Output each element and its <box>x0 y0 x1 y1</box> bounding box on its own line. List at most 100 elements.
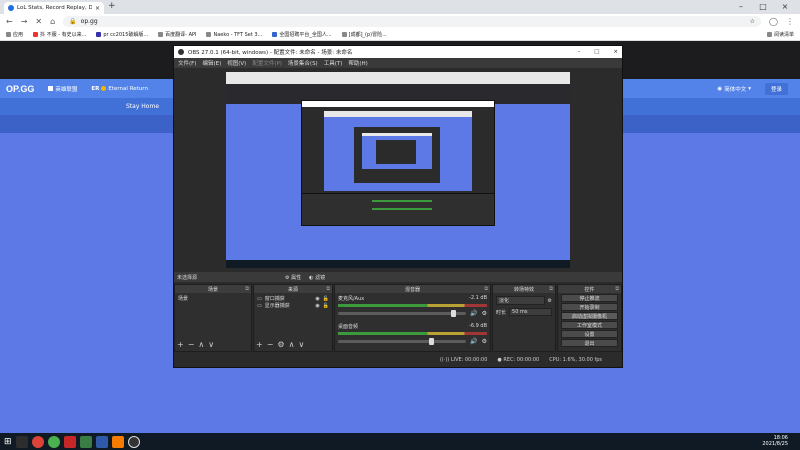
obs-taskbar-icon[interactable] <box>127 435 140 448</box>
slider-knob[interactable] <box>429 338 435 345</box>
stay-home-link[interactable]: Stay Home <box>126 103 159 110</box>
bookmark-item[interactable]: 应用 <box>6 31 23 38</box>
start-recording-button[interactable]: 开始录制 <box>561 303 618 311</box>
obs-minimize-icon[interactable]: – <box>577 49 580 55</box>
dock-float-icon[interactable]: ⧉ <box>484 286 488 292</box>
source-toolbar: 未选择源 ⚙ 属性 ◐ 滤镜 <box>174 272 622 282</box>
app-icon[interactable] <box>47 435 60 448</box>
start-virtual-camera-button[interactable]: 启动虚拟摄像机 <box>561 312 618 320</box>
bookmark-item[interactable]: Naeko - TFT Set 3... <box>206 32 262 38</box>
volume-meter <box>338 332 487 335</box>
app-icon[interactable] <box>63 435 76 448</box>
stop-streaming-button[interactable]: 停止推流 <box>561 294 618 302</box>
lock-open-icon[interactable]: 🔓 <box>323 296 329 302</box>
dock-float-icon[interactable]: ⧉ <box>615 286 619 292</box>
move-down-icon[interactable]: ∨ <box>208 340 214 349</box>
source-item[interactable]: ▭ 窗口捕获 ◉ 🔓 <box>257 295 329 303</box>
eye-icon[interactable]: ◉ <box>315 303 319 309</box>
studio-mode-button[interactable]: 工作室模式 <box>561 321 618 329</box>
reading-list[interactable]: 阅读清单 <box>766 31 794 38</box>
scene-item[interactable]: 场景 <box>178 295 248 302</box>
nested-obs-2 <box>354 127 440 183</box>
remove-icon[interactable]: − <box>267 340 274 349</box>
bookmark-item[interactable]: pr cc2015破解版... <box>96 31 148 38</box>
nav-eternal-return[interactable]: ER Eternal Return <box>91 86 148 92</box>
bookmark-item[interactable]: 全国招聘平台_全国人... <box>272 31 332 38</box>
source-item[interactable]: ▭ 显示器捕获 ◉ 🔓 <box>257 302 329 310</box>
menu-help[interactable]: 帮助(H) <box>348 59 367 67</box>
new-tab-button[interactable]: + <box>108 1 116 11</box>
back-icon[interactable]: ← <box>6 17 13 26</box>
remove-icon[interactable]: − <box>188 340 195 349</box>
minimize-icon[interactable]: – <box>735 1 747 13</box>
add-icon[interactable]: + <box>256 340 263 349</box>
nav-lol[interactable]: 英雄联盟 <box>48 85 77 93</box>
bookmark-item[interactable]: 抖 不服 - 有史以来... <box>33 31 86 38</box>
menu-view[interactable]: 视图(V) <box>227 59 246 67</box>
menu-tools[interactable]: 工具(T) <box>324 59 343 67</box>
speaker-icon[interactable]: 🔊 <box>470 338 477 345</box>
chrome-icon[interactable] <box>31 435 44 448</box>
obs-close-icon[interactable]: × <box>613 49 618 55</box>
app-icon[interactable] <box>95 435 108 448</box>
move-up-icon[interactable]: ∧ <box>198 340 204 349</box>
home-icon[interactable]: ⌂ <box>50 17 55 26</box>
browser-tab-bar: LoL Stats, Record Replay, Data × + – □ × <box>0 0 800 14</box>
menu-dots-icon[interactable]: ⋮ <box>786 17 794 26</box>
add-icon[interactable]: + <box>177 340 184 349</box>
explorer-icon[interactable] <box>15 435 28 448</box>
menu-file[interactable]: 文件(F) <box>178 59 196 67</box>
browser-tab[interactable]: LoL Stats, Record Replay, Data × <box>4 2 104 14</box>
language-selector[interactable]: ◉ 简体中文 ▾ <box>717 85 751 93</box>
dock-float-icon[interactable]: ⧉ <box>326 286 330 292</box>
gear-icon[interactable]: ⚙ <box>548 298 552 304</box>
profile-icon[interactable]: ◯ <box>769 17 778 26</box>
mixer-channel: 桌面音频 -6.9 dB 🔊 ⚙ <box>338 323 487 345</box>
system-clock[interactable]: 18:06 2021/8/25 <box>762 435 788 447</box>
address-bar[interactable]: 🔒 op.gg ☆ <box>63 16 762 27</box>
bookmark-icon <box>272 32 278 37</box>
move-up-icon[interactable]: ∧ <box>289 340 295 349</box>
controls-dock: 控件 ⧉ 停止推流 开始录制 启动虚拟摄像机 工作室模式 设置 退出 <box>557 284 622 352</box>
app-icon[interactable] <box>79 435 92 448</box>
volume-slider[interactable] <box>338 310 467 317</box>
transition-select[interactable]: 淡化 <box>496 296 545 305</box>
volume-slider[interactable] <box>338 338 467 345</box>
windows-start-icon[interactable]: ⊞ <box>4 437 12 447</box>
site-logo[interactable]: OP.GG <box>6 84 34 94</box>
exit-button[interactable]: 退出 <box>561 339 618 347</box>
properties-button[interactable]: ⚙ 属性 <box>285 274 301 281</box>
move-down-icon[interactable]: ∨ <box>298 340 304 349</box>
dock-float-icon[interactable]: ⧉ <box>245 286 249 292</box>
menu-edit[interactable]: 编辑(E) <box>202 59 221 67</box>
forward-icon[interactable]: → <box>21 17 28 26</box>
slider-knob[interactable] <box>450 310 456 317</box>
login-button[interactable]: 登录 <box>764 82 788 95</box>
obs-titlebar: OBS 27.0.1 (64-bit, windows) - 配置文件: 未命名… <box>174 46 622 58</box>
maximize-icon[interactable]: □ <box>757 1 769 13</box>
gear-icon[interactable]: ⚙ <box>277 340 284 349</box>
obs-preview[interactable] <box>226 72 570 268</box>
speaker-icon[interactable]: 🔊 <box>470 310 477 317</box>
duration-input[interactable]: 50 ms <box>509 308 552 316</box>
mixer-channel: 麦克风/Aux -2.1 dB 🔊 ⚙ <box>338 295 487 317</box>
menu-scene-collection[interactable]: 场景集合(S) <box>288 59 318 67</box>
lock-open-icon[interactable]: 🔓 <box>323 303 329 309</box>
filters-button[interactable]: ◐ 滤镜 <box>309 274 325 281</box>
gear-icon[interactable]: ⚙ <box>482 310 487 317</box>
eye-icon[interactable]: ◉ <box>315 296 319 302</box>
obs-maximize-icon[interactable]: □ <box>594 49 599 55</box>
settings-button[interactable]: 设置 <box>561 330 618 338</box>
app-icon[interactable] <box>111 435 124 448</box>
gear-icon[interactable]: ⚙ <box>482 338 487 345</box>
reading-list-icon <box>766 32 772 37</box>
menu-profile[interactable]: 配置文件(P) <box>252 59 282 67</box>
bookmark-item[interactable]: [成都]_(p)冒险... <box>341 31 387 38</box>
bookmark-item[interactable]: 百度翻译- API <box>158 31 196 38</box>
bookmark-star-icon[interactable]: ☆ <box>750 18 755 25</box>
close-window-icon[interactable]: × <box>779 1 791 13</box>
stop-icon[interactable]: ✕ <box>35 17 42 26</box>
scenes-header: 场景 ⧉ <box>175 285 251 293</box>
tab-close-icon[interactable]: × <box>95 5 100 12</box>
dock-float-icon[interactable]: ⧉ <box>549 286 553 292</box>
